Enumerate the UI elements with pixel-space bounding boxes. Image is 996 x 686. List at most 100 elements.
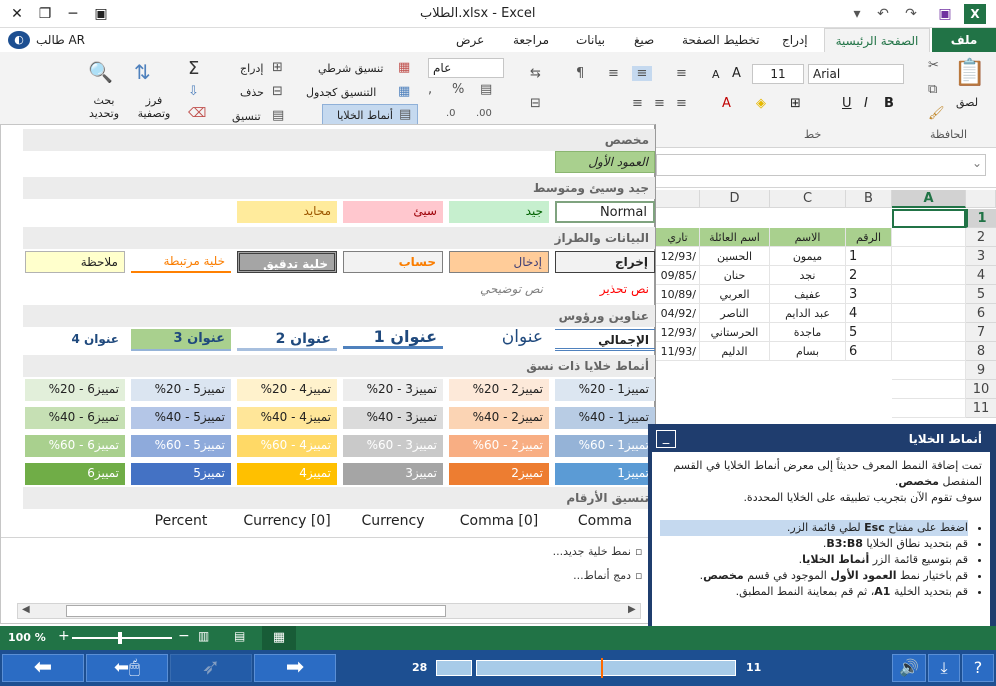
- empty-cell[interactable]: [892, 399, 966, 418]
- tab-page-layout[interactable]: تخطيط الصفحة: [674, 28, 767, 52]
- tab-home[interactable]: الصفحة الرئيسية: [824, 28, 930, 52]
- expand-formula-icon[interactable]: ⌄: [972, 156, 982, 170]
- row-header-9[interactable]: 9: [966, 361, 996, 380]
- merge-styles-menu[interactable]: دمج أنماط...: [521, 569, 631, 582]
- row-header-1[interactable]: 1: [966, 209, 996, 228]
- format-as-table-icon[interactable]: ▦: [398, 84, 410, 99]
- style-accent5-r40[interactable]: تمييز5 - 40%: [131, 407, 231, 429]
- clear-icon[interactable]: ⌫: [188, 106, 206, 121]
- forward-button[interactable]: ➡: [254, 654, 336, 682]
- conditional-format-button[interactable]: تنسيق شرطي: [318, 62, 383, 75]
- style-linked-cell[interactable]: خلية مرتبطة: [131, 251, 231, 273]
- cell-styles-button[interactable]: ▤ أنماط الخلايا: [322, 104, 418, 126]
- table-header-cell[interactable]: اسم العائلة: [700, 228, 770, 247]
- style-accent1-racc[interactable]: تمييز1: [555, 463, 655, 485]
- table-cell[interactable]: ماجدة: [770, 323, 846, 342]
- style-accent2-r20[interactable]: تمييز2 - 20%: [449, 379, 549, 401]
- fill-icon[interactable]: ⇩: [188, 84, 199, 99]
- table-cell[interactable]: 12/93/: [656, 247, 700, 266]
- empty-cell[interactable]: [892, 285, 966, 304]
- action-button[interactable]: ➶: [170, 654, 252, 682]
- paste-label[interactable]: لصق: [956, 96, 978, 109]
- row-header-11[interactable]: 11: [966, 399, 996, 418]
- style-input[interactable]: إدخال: [449, 251, 549, 273]
- back-button[interactable]: ⬅: [2, 654, 84, 682]
- table-header-cell[interactable]: الاسم: [770, 228, 846, 247]
- style-accent3-r40[interactable]: تمييز3 - 40%: [343, 407, 443, 429]
- column-header-D[interactable]: D: [700, 190, 770, 208]
- percent-style-icon[interactable]: %: [452, 82, 464, 97]
- undo-icon[interactable]: ↶: [872, 4, 894, 24]
- row-header-3[interactable]: 3: [966, 247, 996, 266]
- font-size-field[interactable]: 11: [752, 64, 804, 84]
- zoom-in-icon[interactable]: +: [58, 628, 70, 644]
- style-accent5-r60[interactable]: تمييز5 - 60%: [131, 435, 231, 457]
- back-click-button[interactable]: ⬅🖱: [86, 654, 168, 682]
- table-cell[interactable]: عفيف: [770, 285, 846, 304]
- table-cell[interactable]: 04/92/: [656, 304, 700, 323]
- format-as-table-button[interactable]: التنسيق كجدول: [306, 86, 376, 99]
- column-header-A[interactable]: A: [892, 190, 966, 208]
- style-warning-text[interactable]: نص تحذير: [555, 279, 655, 301]
- style-currency[interactable]: Currency: [343, 511, 443, 533]
- align-middle-icon[interactable]: ≡: [632, 66, 652, 81]
- style-accent6-r40[interactable]: تمييز6 - 40%: [25, 407, 125, 429]
- style-accent3-r60[interactable]: تمييز3 - 60%: [343, 435, 443, 457]
- row-header-7[interactable]: 7: [966, 323, 996, 342]
- style-accent4-r20[interactable]: تمييز4 - 20%: [237, 379, 337, 401]
- table-cell[interactable]: ميمون: [770, 247, 846, 266]
- table-cell[interactable]: 09/85/: [656, 266, 700, 285]
- table-cell[interactable]: 4: [846, 304, 892, 323]
- align-left-icon[interactable]: ≡: [632, 96, 643, 111]
- style-percent[interactable]: Percent: [131, 511, 231, 533]
- horizontal-scrollbar[interactable]: ◀ ▶: [17, 603, 641, 619]
- italic-icon[interactable]: I: [864, 96, 868, 111]
- tab-review[interactable]: مراجعة: [505, 28, 557, 52]
- row-header-8[interactable]: 8: [966, 342, 996, 361]
- ribbon-display-icon[interactable]: ▣: [90, 4, 112, 24]
- row-header-5[interactable]: 5: [966, 285, 996, 304]
- style-currency-0[interactable]: Currency [0]: [237, 511, 337, 533]
- empty-cell[interactable]: [892, 266, 966, 285]
- delete-cells-icon[interactable]: ⊟: [272, 84, 283, 99]
- empty-cell[interactable]: [892, 342, 966, 361]
- style-accent1-r40[interactable]: تمييز1 - 40%: [555, 407, 655, 429]
- style-accent2-r40[interactable]: تمييز2 - 40%: [449, 407, 549, 429]
- decrease-decimal-icon[interactable]: .0: [446, 108, 456, 119]
- dropdown-icon[interactable]: ▾: [846, 4, 868, 24]
- column-header-E[interactable]: [656, 190, 700, 208]
- tab-view[interactable]: عرض: [448, 28, 492, 52]
- table-cell[interactable]: بسام: [770, 342, 846, 361]
- column-header-C[interactable]: C: [770, 190, 846, 208]
- style-accent4-racc[interactable]: تمييز4: [237, 463, 337, 485]
- bold-icon[interactable]: B: [884, 96, 894, 111]
- table-cell[interactable]: العربي: [700, 285, 770, 304]
- insert-cells-icon[interactable]: ⊞: [272, 60, 283, 75]
- style-accent6-r60[interactable]: تمييز6 - 60%: [25, 435, 125, 457]
- style-note[interactable]: ملاحظة: [25, 251, 125, 273]
- underline-icon[interactable]: U: [842, 96, 852, 111]
- style-heading-3[interactable]: عنوان 3: [131, 329, 231, 351]
- tab-insert[interactable]: إدراج: [774, 28, 816, 52]
- table-cell[interactable]: عبد الدايم: [770, 304, 846, 323]
- fill-color-icon[interactable]: ◈: [756, 96, 766, 111]
- wrap-text-icon[interactable]: ⇆: [530, 66, 541, 81]
- style-bad[interactable]: سيئ: [343, 201, 443, 223]
- tab-data[interactable]: بيانات: [568, 28, 613, 52]
- style-accent4-r60[interactable]: تمييز4 - 60%: [237, 435, 337, 457]
- empty-cell[interactable]: [892, 361, 966, 380]
- style-comma-0[interactable]: Comma [0]: [449, 511, 549, 533]
- table-header-cell[interactable]: تاري: [656, 228, 700, 247]
- zoom-level[interactable]: 100 %: [8, 631, 46, 644]
- empty-cell[interactable]: [892, 323, 966, 342]
- style-heading-4[interactable]: عنوان 4: [25, 329, 125, 351]
- tab-file[interactable]: ملف: [932, 28, 996, 52]
- table-cell[interactable]: 3: [846, 285, 892, 304]
- zoom-slider-thumb[interactable]: [118, 632, 122, 644]
- row-header-2[interactable]: 2: [966, 228, 996, 247]
- style-comma[interactable]: Comma: [555, 511, 655, 533]
- table-cell[interactable]: 6: [846, 342, 892, 361]
- empty-cell[interactable]: [892, 380, 966, 399]
- align-center-icon[interactable]: ≡: [654, 96, 665, 111]
- style-heading-2[interactable]: عنوان 2: [237, 329, 337, 351]
